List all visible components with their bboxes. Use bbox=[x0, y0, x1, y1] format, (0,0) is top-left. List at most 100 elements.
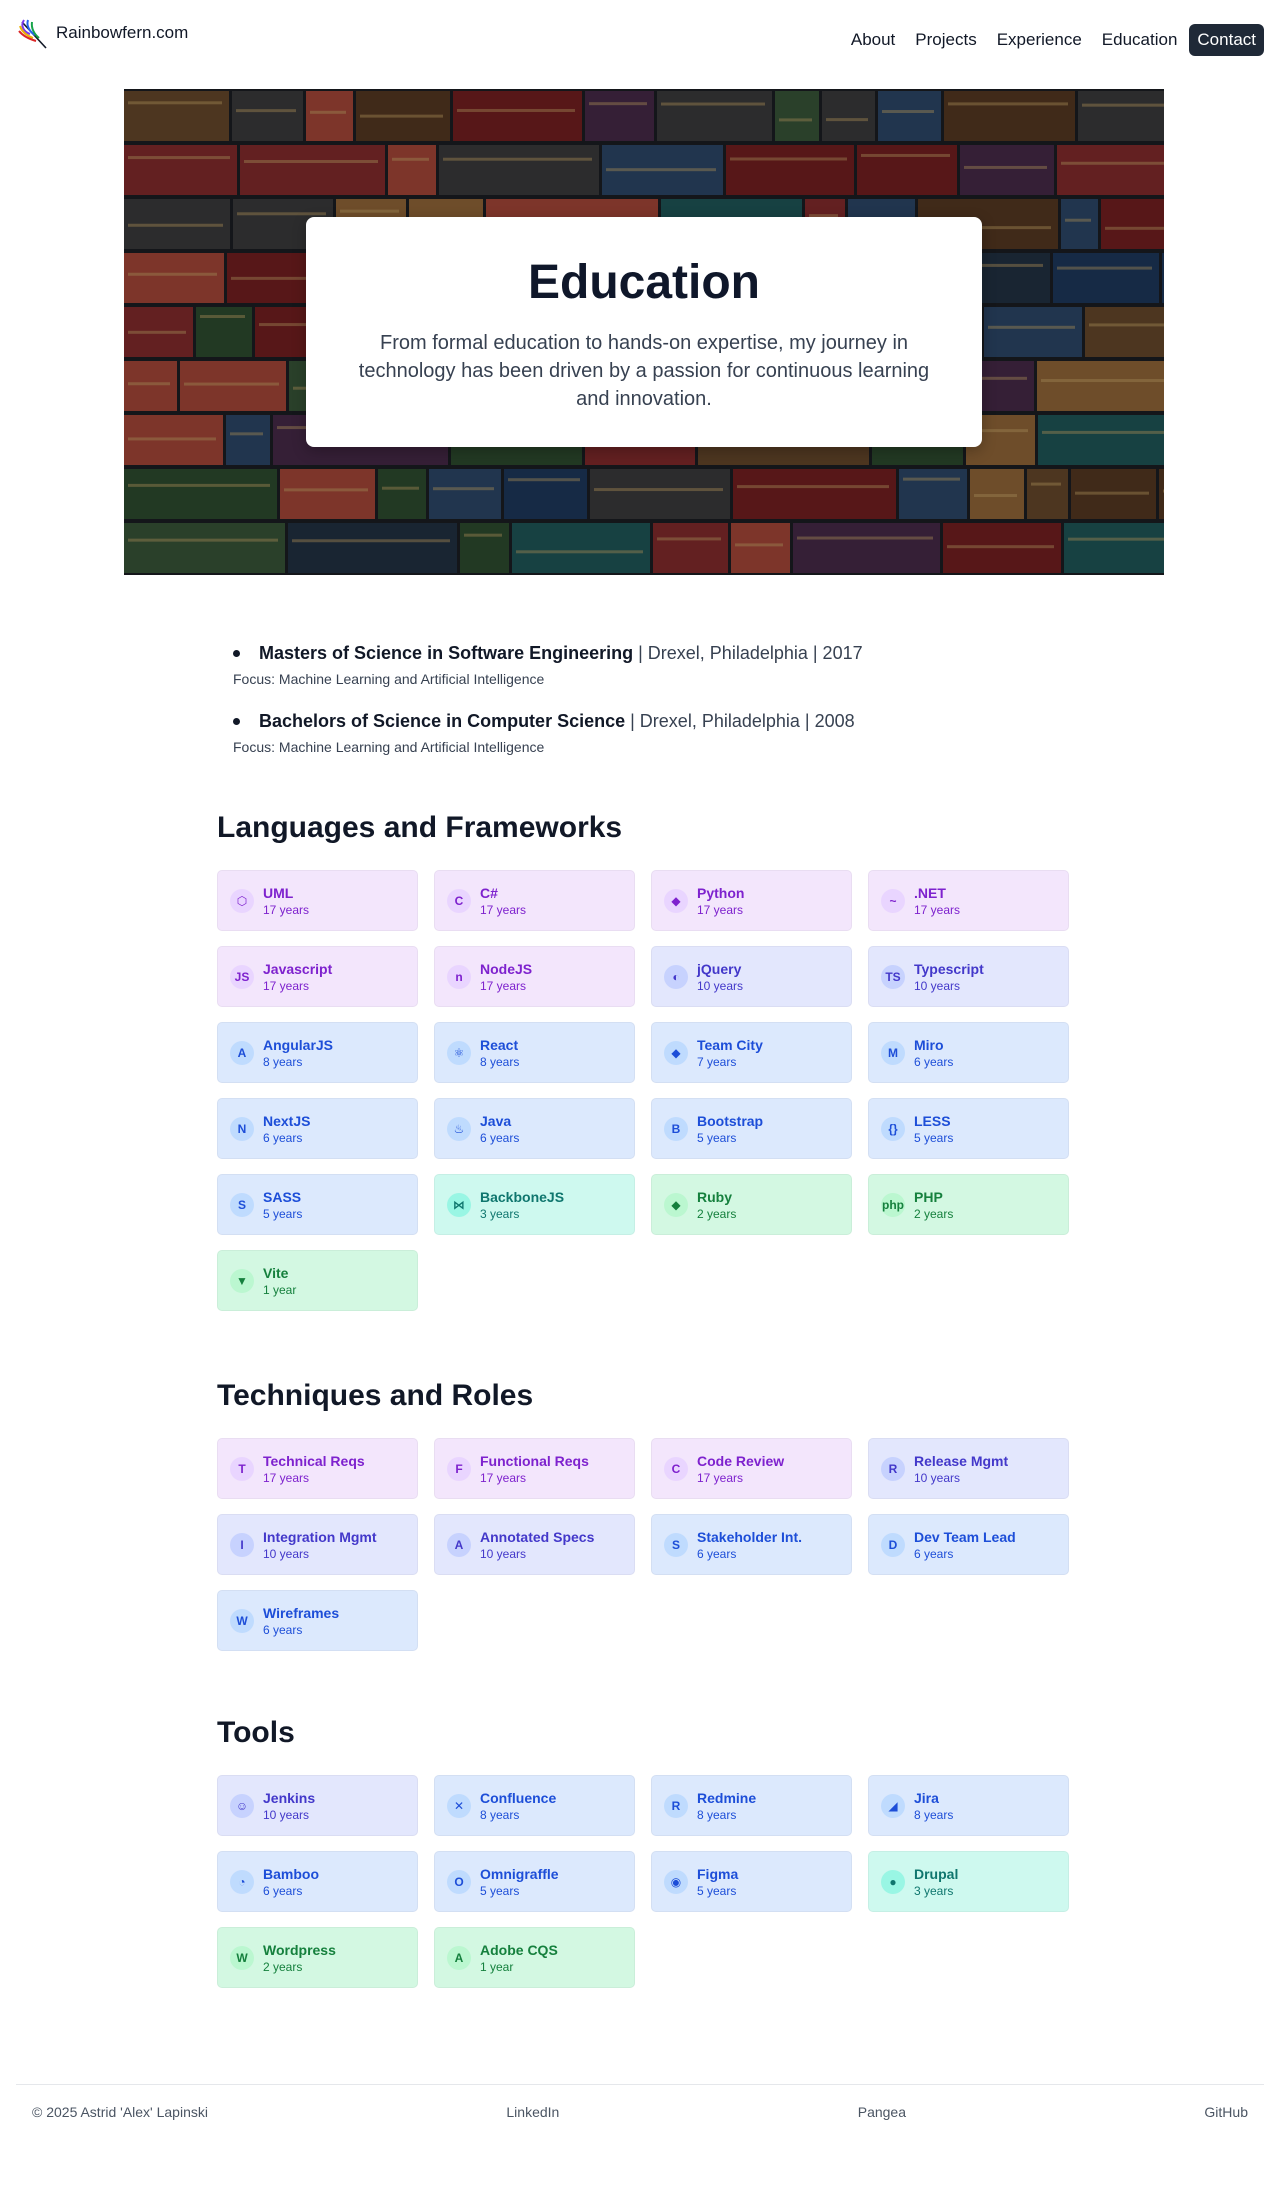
skill-name: LESS bbox=[914, 1112, 951, 1129]
skill-text: LESS 5 years bbox=[914, 1112, 953, 1146]
skill-years: 3 years bbox=[914, 1883, 954, 1898]
skill-card-dev-team-lead[interactable]: D Dev Team Lead 6 years bbox=[868, 1514, 1069, 1575]
skill-years: 6 years bbox=[263, 1883, 303, 1898]
skill-card-miro[interactable]: M Miro 6 years bbox=[868, 1022, 1069, 1083]
skill-card-wireframes[interactable]: W Wireframes 6 years bbox=[217, 1590, 418, 1651]
skill-card-python[interactable]: ◆ Python 17 years bbox=[651, 870, 852, 931]
letter-o-icon: O bbox=[447, 1869, 471, 1894]
footer-link-github[interactable]: GitHub bbox=[1204, 2104, 1248, 2120]
skill-card-stakeholder-int[interactable]: S Stakeholder Int. 6 years bbox=[651, 1514, 852, 1575]
skill-card-omnigraffle[interactable]: O Omnigraffle 5 years bbox=[434, 1851, 635, 1912]
skill-card-uml[interactable]: ⬡ UML 17 years bbox=[217, 870, 418, 931]
skill-card-team-city[interactable]: ◆ Team City 7 years bbox=[651, 1022, 852, 1083]
skill-name: Omnigraffle bbox=[480, 1865, 559, 1882]
skill-card-bootstrap[interactable]: B Bootstrap 5 years bbox=[651, 1098, 852, 1159]
skill-name: Java bbox=[480, 1112, 512, 1129]
nav-link-contact[interactable]: Contact bbox=[1189, 24, 1264, 56]
skill-card-jquery[interactable]: ◐ jQuery 10 years bbox=[651, 946, 852, 1007]
skill-card-code-review[interactable]: C Code Review 17 years bbox=[651, 1438, 852, 1499]
skill-card-ruby[interactable]: ◆ Ruby 2 years bbox=[651, 1174, 852, 1235]
skill-card-javascript[interactable]: JS Javascript 17 years bbox=[217, 946, 418, 1007]
skill-years: 8 years bbox=[263, 1054, 303, 1069]
nav-link-about[interactable]: About bbox=[843, 24, 903, 56]
skill-card-php[interactable]: php PHP 2 years bbox=[868, 1174, 1069, 1235]
python-icon: ◆ bbox=[664, 888, 688, 913]
skill-years: 10 years bbox=[263, 1546, 310, 1561]
skill-card-c[interactable]: C C# 17 years bbox=[434, 870, 635, 931]
nav-link-experience[interactable]: Experience bbox=[989, 24, 1090, 56]
degree-title: Masters of Science in Software Engineeri… bbox=[259, 643, 634, 663]
skill-years: 5 years bbox=[263, 1206, 303, 1221]
skill-years: 6 years bbox=[914, 1054, 954, 1069]
uml-icon: ⬡ bbox=[230, 888, 254, 913]
skill-text: Code Review 17 years bbox=[697, 1452, 784, 1486]
skill-card-drupal[interactable]: ● Drupal 3 years bbox=[868, 1851, 1069, 1912]
skill-text: Jenkins 10 years bbox=[263, 1789, 315, 1823]
section-title: Techniques and Roles bbox=[217, 1379, 534, 1412]
skill-card-net[interactable]: ~ .NET 17 years bbox=[868, 870, 1069, 931]
skill-card-functional-reqs[interactable]: F Functional Reqs 17 years bbox=[434, 1438, 635, 1499]
skill-name: Jenkins bbox=[263, 1789, 316, 1806]
skill-text: Adobe CQS 1 year bbox=[480, 1941, 558, 1975]
skill-text: Vite 1 year bbox=[263, 1264, 296, 1298]
skill-card-typescript[interactable]: TS Typescript 10 years bbox=[868, 946, 1069, 1007]
skill-card-jenkins[interactable]: ☺ Jenkins 10 years bbox=[217, 1775, 418, 1836]
skill-card-nodejs[interactable]: n NodeJS 17 years bbox=[434, 946, 635, 1007]
skill-card-release-mgmt[interactable]: R Release Mgmt 10 years bbox=[868, 1438, 1069, 1499]
skill-card-nextjs[interactable]: N NextJS 6 years bbox=[217, 1098, 418, 1159]
dotnet-icon: ~ bbox=[881, 888, 905, 913]
csharp-icon: C bbox=[447, 888, 471, 913]
skill-text: Figma 5 years bbox=[697, 1865, 738, 1899]
skill-name: Redmine bbox=[697, 1789, 757, 1806]
skill-card-less[interactable]: {} LESS 5 years bbox=[868, 1098, 1069, 1159]
skill-card-confluence[interactable]: ✕ Confluence 8 years bbox=[434, 1775, 635, 1836]
skill-name: Drupal bbox=[914, 1865, 959, 1882]
main-nav: About Projects Experience Education Contact bbox=[843, 24, 1264, 56]
nextjs-icon: N bbox=[230, 1116, 254, 1141]
nav-link-projects[interactable]: Projects bbox=[907, 24, 984, 56]
degree-details: | Drexel, Philadelphia | 2008 bbox=[625, 711, 855, 731]
footer-link-pangea[interactable]: Pangea bbox=[858, 2104, 906, 2120]
skill-text: AngularJS 8 years bbox=[263, 1036, 333, 1070]
skill-card-sass[interactable]: S SASS 5 years bbox=[217, 1174, 418, 1235]
skill-name: Functional Reqs bbox=[480, 1452, 589, 1469]
nav-link-education[interactable]: Education bbox=[1094, 24, 1186, 56]
skill-text: UML 17 years bbox=[263, 884, 309, 918]
skill-years: 2 years bbox=[263, 1959, 303, 1974]
skill-grid: ⬡ UML 17 years C C# 17 years ◆ Python 17 years ~.… bbox=[217, 870, 1071, 1311]
skill-card-jira[interactable]: ◢ Jira 8 years bbox=[868, 1775, 1069, 1836]
hero-banner: Education From formal education to hands… bbox=[124, 89, 1164, 575]
skill-name: SASS bbox=[263, 1188, 302, 1205]
skill-card-java[interactable]: ♨ Java 6 years bbox=[434, 1098, 635, 1159]
skill-card-backbonejs[interactable]: ⋈ BackboneJS 3 years bbox=[434, 1174, 635, 1235]
skill-card-integration-mgmt[interactable]: I Integration Mgmt 10 years bbox=[217, 1514, 418, 1575]
skill-name: C# bbox=[480, 884, 498, 901]
skill-card-redmine[interactable]: R Redmine 8 years bbox=[651, 1775, 852, 1836]
skill-text: Functional Reqs 17 years bbox=[480, 1452, 589, 1486]
skill-card-adobe-cqs[interactable]: A Adobe CQS 1 year bbox=[434, 1927, 635, 1988]
skill-card-react[interactable]: ⚛ React 8 years bbox=[434, 1022, 635, 1083]
skill-text: Drupal 3 years bbox=[914, 1865, 958, 1899]
skill-text: Team City 7 years bbox=[697, 1036, 763, 1070]
skill-text: SASS 5 years bbox=[263, 1188, 302, 1222]
site-logo-link[interactable]: Rainbowfern.com bbox=[16, 16, 188, 50]
degree-item: Masters of Science in Software Engineeri… bbox=[233, 640, 1053, 688]
skill-card-figma[interactable]: ◉ Figma 5 years bbox=[651, 1851, 852, 1912]
skill-card-vite[interactable]: ▼ Vite 1 year bbox=[217, 1250, 418, 1311]
skill-name: Bootstrap bbox=[697, 1112, 764, 1129]
figma-icon: ◉ bbox=[664, 1869, 688, 1894]
skill-text: Miro 6 years bbox=[914, 1036, 953, 1070]
skill-card-angularjs[interactable]: A AngularJS 8 years bbox=[217, 1022, 418, 1083]
footer-link-linkedin[interactable]: LinkedIn bbox=[506, 2104, 559, 2120]
skill-text: Release Mgmt 10 years bbox=[914, 1452, 1008, 1486]
skill-card-annotated-specs[interactable]: A Annotated Specs 10 years bbox=[434, 1514, 635, 1575]
angular-icon: A bbox=[230, 1040, 254, 1065]
ruby-icon: ◆ bbox=[664, 1192, 688, 1217]
skill-card-bamboo[interactable]: ◔ Bamboo 6 years bbox=[217, 1851, 418, 1912]
skill-years: 6 years bbox=[914, 1546, 954, 1561]
skill-text: NodeJS 17 years bbox=[480, 960, 532, 994]
teamcity-icon: ◆ bbox=[664, 1040, 688, 1065]
skill-card-technical-reqs[interactable]: T Technical Reqs 17 years bbox=[217, 1438, 418, 1499]
skill-card-wordpress[interactable]: W Wordpress 2 years bbox=[217, 1927, 418, 1988]
skill-years: 1 year bbox=[263, 1282, 297, 1297]
